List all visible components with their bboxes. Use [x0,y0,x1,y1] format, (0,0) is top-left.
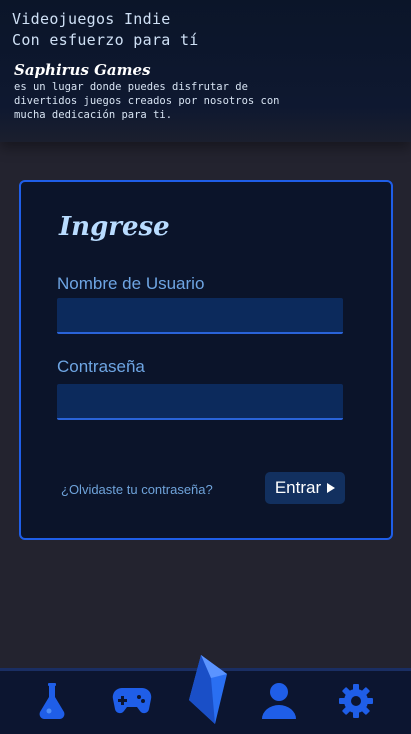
nav-item-profile[interactable] [257,683,301,723]
nav-item-settings[interactable] [334,683,378,723]
login-card: Ingrese Nombre de Usuario Contraseña ¿Ol… [19,180,393,540]
play-icon [327,483,336,493]
crystal-icon [185,655,231,730]
gear-icon [338,683,374,723]
login-title: Ingrese [59,212,170,242]
brand-name: Saphirus Games [14,61,151,79]
nav-item-games[interactable] [110,683,154,723]
forgot-password-link[interactable]: ¿Olvidaste tu contraseña? [61,482,213,497]
enter-button-label: Entrar [274,478,322,497]
user-icon [261,682,297,724]
nav-item-home[interactable] [185,652,231,726]
password-label: Contraseña [57,357,145,376]
gamepad-icon [112,687,152,719]
password-field[interactable] [57,384,343,420]
potion-icon [37,682,67,724]
nav-item-potion[interactable] [30,683,74,723]
enter-button[interactable]: Entrar [265,472,345,504]
username-label: Nombre de Usuario [57,274,205,293]
username-field[interactable] [57,298,343,334]
site-tagline: Videojuegos Indie Con esfuerzo para tí [12,9,199,51]
header: Videojuegos Indie Con esfuerzo para tí S… [0,0,411,142]
site-description: es un lugar donde puedes disfrutar de di… [14,81,280,121]
tagline-line-2: Con esfuerzo para tí [12,31,199,49]
tagline-line-1: Videojuegos Indie [12,10,171,28]
